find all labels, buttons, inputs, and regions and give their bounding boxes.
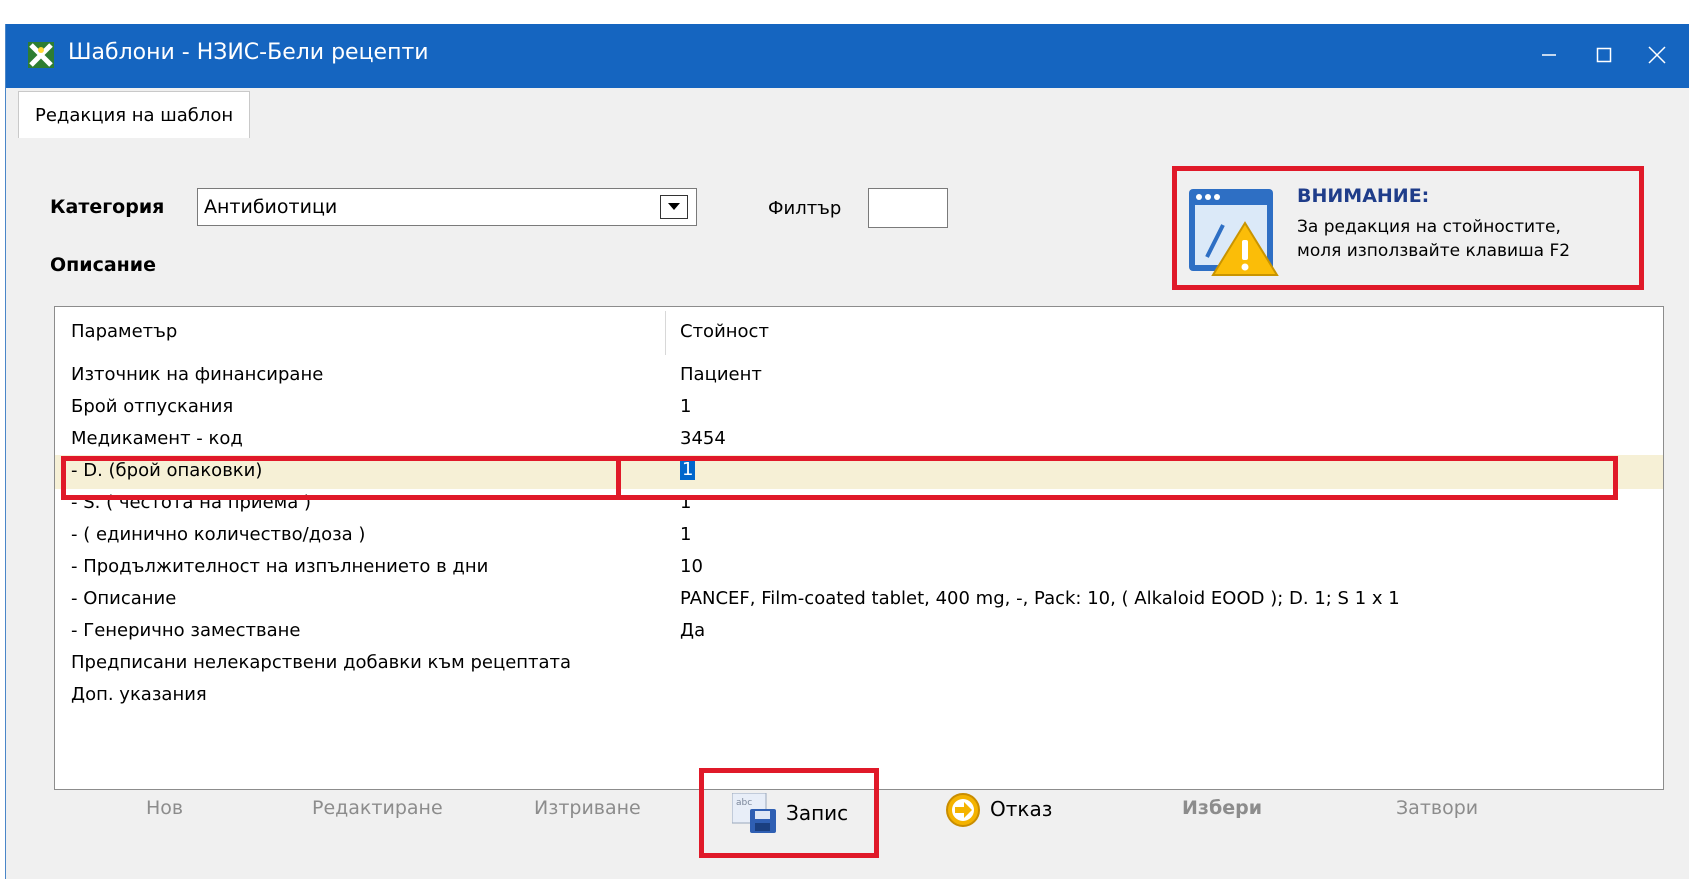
window-title: Шаблони - НЗИС-Бели рецепти [68, 40, 429, 65]
edit-button[interactable]: Редактиране [312, 797, 443, 819]
save-button[interactable]: abc Запис [699, 768, 879, 858]
delete-button[interactable]: Изтриване [534, 797, 641, 819]
background-strip [0, 0, 1689, 24]
close-icon [1648, 46, 1666, 64]
table-row[interactable]: Източник на финансиране Пациент [55, 359, 1663, 393]
value-cell: 1 [680, 524, 692, 545]
param-cell: - Описание [71, 588, 177, 609]
table-row[interactable]: Предписани нелекарствени добавки към рец… [55, 647, 1663, 681]
maximize-button[interactable] [1581, 32, 1627, 78]
maximize-icon [1596, 47, 1612, 63]
category-select[interactable]: Антибиотици [197, 188, 697, 226]
table-row[interactable]: Медикамент - код 3454 [55, 423, 1663, 457]
minimize-button[interactable] [1526, 32, 1572, 78]
save-disk-icon: abc [732, 793, 776, 833]
param-cell: Доп. указания [71, 684, 207, 705]
param-cell: Предписани нелекарствени добавки към рец… [71, 652, 572, 673]
table-row[interactable]: Доп. указания [55, 679, 1663, 713]
value-cell: 1 [680, 396, 692, 417]
warning-window-icon [1189, 189, 1279, 276]
category-value: Антибиотици [204, 196, 338, 218]
param-cell: Брой отпускания [71, 396, 234, 417]
warning-text-line2: моля използвайте клавиша F2 [1297, 241, 1571, 261]
svg-text:abc: abc [736, 798, 752, 808]
value-cell: PANCEF, Film-coated tablet, 400 mg, -, P… [680, 588, 1400, 609]
table-row[interactable]: - Генерично заместване Да [55, 615, 1663, 649]
param-cell: Източник на финансиране [71, 364, 324, 385]
close-window-button[interactable]: Затвори [1396, 797, 1478, 819]
selected-row-highlight [61, 456, 1618, 500]
templates-window: Шаблони - НЗИС-Бели рецепти Редакция на … [5, 24, 1689, 879]
tab-strip: Редакция на шаблон [6, 88, 1689, 139]
warning-text-line1: За редакция на стойностите, [1297, 217, 1561, 237]
table-row[interactable]: - Описание PANCEF, Film-coated tablet, 4… [55, 583, 1663, 617]
new-button[interactable]: Нов [146, 797, 183, 819]
category-label: Категория [50, 196, 165, 218]
table-row[interactable]: Брой отпускания 1 [55, 391, 1663, 425]
cancel-button[interactable]: Отказ [990, 797, 1052, 821]
select-button[interactable]: Избери [1182, 797, 1262, 819]
warning-title: ВНИМАНИЕ: [1297, 185, 1430, 207]
table-row[interactable]: - Продължителност на изпълнението в дни … [55, 551, 1663, 585]
title-bar[interactable]: Шаблони - НЗИС-Бели рецепти [6, 24, 1689, 88]
param-cell: - Генерично заместване [71, 620, 301, 641]
minimize-icon [1542, 54, 1556, 56]
param-cell: - Продължителност на изпълнението в дни [71, 556, 489, 577]
app-logo-icon [28, 42, 54, 68]
param-cell: Медикамент - код [71, 428, 243, 449]
column-separator[interactable] [665, 311, 666, 355]
header-value[interactable]: Стойност [680, 321, 769, 342]
filter-input[interactable] [868, 188, 948, 228]
chevron-down-icon [668, 203, 680, 210]
value-cell: 10 [680, 556, 703, 577]
category-dropdown-button[interactable] [660, 195, 688, 219]
header-parameter[interactable]: Параметър [71, 321, 177, 342]
arrow-right-circle-icon[interactable] [945, 792, 981, 828]
warning-box: ВНИМАНИЕ: За редакция на стойностите, мо… [1172, 166, 1644, 290]
filter-label: Филтър [768, 198, 842, 219]
param-cell: - ( единично количество/доза ) [71, 524, 366, 545]
tab-edit-template[interactable]: Редакция на шаблон [18, 91, 251, 138]
table-row[interactable]: - ( единично количество/доза ) 1 [55, 519, 1663, 553]
parameters-grid[interactable]: Параметър Стойност Източник на финансира… [54, 306, 1664, 790]
grid-header: Параметър Стойност [55, 307, 1663, 359]
selected-row-highlight-divider [616, 456, 621, 500]
value-cell: Пациент [680, 364, 762, 385]
close-button[interactable] [1634, 32, 1680, 78]
save-label: Запис [786, 801, 849, 825]
value-cell: 3454 [680, 428, 726, 449]
value-cell: Да [680, 620, 706, 641]
description-label: Описание [50, 254, 157, 276]
